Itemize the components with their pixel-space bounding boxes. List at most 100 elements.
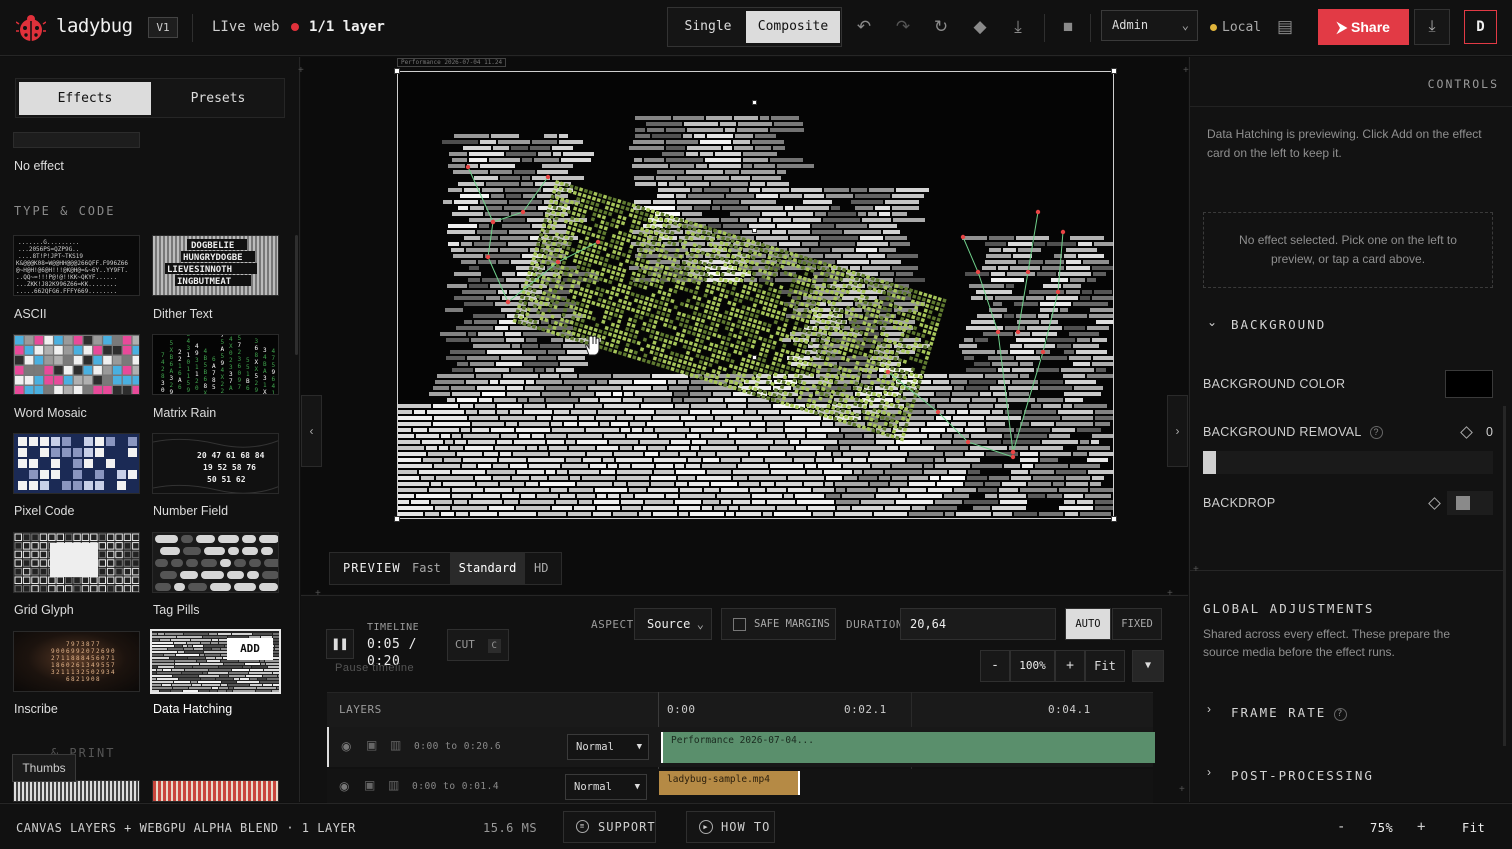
effect-card-pixel-code[interactable]	[13, 433, 140, 494]
share-button[interactable]: ⮞ Share	[1318, 9, 1409, 45]
undo-icon[interactable]: ↶	[853, 16, 875, 38]
effect-card-inscribe[interactable]: 7973877900699207269027118884560711860261…	[13, 631, 140, 692]
keyframe-diamond-icon[interactable]	[1428, 497, 1441, 510]
chevron-down-icon[interactable]: ⌄	[1207, 315, 1217, 329]
hatch-dot	[620, 221, 626, 226]
eraser-icon[interactable]: ◆	[969, 16, 991, 38]
canvas-zoom-fit-button[interactable]: Fit	[1462, 821, 1485, 835]
lock-icon[interactable]: ▣	[366, 738, 377, 752]
camera-icon[interactable]: ■	[1057, 16, 1079, 38]
aspect-select[interactable]: Source ⌄	[634, 608, 712, 640]
hatch-dot	[726, 321, 731, 326]
eye-icon[interactable]: ◉	[339, 779, 349, 793]
collapse-right-panel-button[interactable]: ›	[1167, 395, 1188, 467]
hatch-dot	[598, 292, 604, 298]
hatch-line	[452, 488, 483, 492]
effect-card-matrix-rain[interactable]: 7428305XB6A3292216A664310115949311204B5B…	[152, 334, 279, 395]
controls-scrollbar[interactable]	[1503, 406, 1506, 746]
effect-card-data-hatching[interactable]: ADD	[150, 629, 281, 694]
duration-input[interactable]: 20,64	[900, 608, 1056, 640]
canvas-zoom-out-button[interactable]: -	[1337, 819, 1346, 835]
eye-icon[interactable]: ◉	[341, 739, 351, 753]
resize-handle[interactable]	[1111, 516, 1117, 522]
support-button[interactable]: ≡ SUPPORT	[563, 811, 656, 843]
how-to-button[interactable]: ▶ HOW TO	[686, 811, 775, 843]
transform-handle[interactable]	[752, 100, 757, 105]
layer-row[interactable]: ◉ ▣ ▥ 0:00 to 0:20.6 Normal ▼ Performance…	[327, 727, 1155, 767]
hatch-line	[478, 260, 496, 264]
quality-hd-button[interactable]: HD	[534, 553, 548, 584]
background-section-header[interactable]: BACKGROUND	[1231, 317, 1326, 332]
keyframe-diamond-icon[interactable]	[1460, 426, 1473, 439]
inscribe-glyph: 8	[86, 641, 90, 648]
timeline-zoom-out-button[interactable]: -	[980, 650, 1010, 682]
frame-rate-row[interactable]: FRAME RATE?	[1231, 705, 1348, 721]
download-icon[interactable]: ⤓	[1007, 16, 1029, 38]
effect-card-grid-glyph[interactable]	[13, 532, 140, 593]
chevron-right-icon[interactable]: ›	[1207, 765, 1211, 779]
effect-card-dither-text[interactable]: DOGBELIE HUNGRYDOGBE LIEVESINNOTH INGBUT…	[152, 235, 279, 296]
tab-effects[interactable]: Effects	[19, 82, 151, 115]
version-badge[interactable]: V1	[148, 17, 178, 38]
layer-clip[interactable]: ladybug-sample.mp4	[659, 771, 800, 795]
safe-margins-toggle[interactable]: SAFE MARGINS	[721, 608, 836, 640]
resize-handle[interactable]	[394, 516, 400, 522]
help-icon[interactable]: ?	[1334, 708, 1348, 721]
export-download-button[interactable]: ⤓	[1414, 9, 1450, 45]
transform-handle[interactable]	[752, 355, 757, 360]
background-color-swatch[interactable]	[1445, 370, 1493, 398]
quality-standard-button[interactable]: Standard	[450, 553, 525, 584]
refresh-icon[interactable]: ↻	[930, 16, 952, 38]
pause-button[interactable]: ❚❚	[326, 629, 354, 659]
blend-mode-select[interactable]: Normal ▼	[567, 734, 649, 760]
redo-icon[interactable]: ↷	[892, 16, 914, 38]
effect-card-partial[interactable]	[13, 780, 140, 802]
folder-icon[interactable]: ▤	[1274, 16, 1296, 38]
effect-card-word-mosaic[interactable]	[13, 334, 140, 395]
transform-handle[interactable]	[752, 228, 757, 233]
hatch-line	[748, 404, 771, 408]
effects-scrollbar[interactable]	[295, 235, 298, 355]
resize-handle[interactable]	[1111, 68, 1117, 74]
lock-icon[interactable]: ▣	[364, 778, 375, 792]
no-effect-card[interactable]	[13, 132, 140, 148]
background-removal-slider[interactable]	[1203, 451, 1493, 474]
hatch-dot	[593, 207, 598, 212]
role-select[interactable]: Admin ⌄	[1101, 10, 1198, 41]
trash-icon[interactable]: ▥	[388, 778, 399, 792]
mosaic-tile	[24, 366, 34, 375]
cut-button[interactable]: CUT C	[447, 629, 509, 661]
timeline-zoom-fit-button[interactable]: Fit	[1085, 650, 1125, 682]
effect-card-partial[interactable]	[152, 780, 279, 802]
composite-stage[interactable]	[397, 71, 1114, 519]
canvas-zoom-in-button[interactable]: +	[1417, 819, 1426, 835]
duration-auto-button[interactable]: AUTO	[1065, 608, 1111, 640]
hatch-dot	[918, 291, 923, 296]
collapse-left-panel-button[interactable]: ‹	[301, 395, 322, 467]
effect-card-ascii[interactable]: .......G......... ...2056PS=QZP9G.. ....…	[13, 235, 140, 296]
post-processing-header[interactable]: POST-PROCESSING	[1231, 768, 1374, 783]
effect-card-tag-pills[interactable]	[152, 532, 279, 593]
trash-icon[interactable]: ▥	[390, 738, 401, 752]
chevron-right-icon[interactable]: ›	[1207, 702, 1211, 716]
hatch-line	[549, 476, 568, 480]
timeline-zoom-in-button[interactable]: +	[1055, 650, 1085, 682]
backdrop-toggle[interactable]	[1447, 491, 1493, 515]
avatar[interactable]: D	[1464, 10, 1497, 44]
timeline-options-button[interactable]: ▼	[1132, 650, 1164, 682]
view-composite-button[interactable]: Composite	[746, 11, 840, 43]
resize-handle[interactable]	[394, 68, 400, 74]
hatch-line	[767, 428, 783, 432]
tab-presets[interactable]: Presets	[154, 82, 282, 115]
hatch-dot	[649, 214, 654, 219]
add-effect-button[interactable]: ADD	[227, 638, 273, 660]
quality-fast-button[interactable]: Fast	[412, 553, 441, 584]
hatch-line	[586, 428, 619, 432]
help-icon[interactable]: ?	[1369, 426, 1383, 439]
blend-mode-select[interactable]: Normal ▼	[565, 774, 647, 800]
slider-handle[interactable]	[1203, 451, 1216, 474]
effect-card-number-field[interactable]: 20 47 61 68 84 19 52 58 76 50 51 62	[152, 433, 279, 494]
layer-clip[interactable]: Performance 2026-07-04...	[661, 732, 1155, 763]
duration-fixed-button[interactable]: FIXED	[1112, 608, 1162, 640]
view-single-button[interactable]: Single	[671, 11, 745, 43]
